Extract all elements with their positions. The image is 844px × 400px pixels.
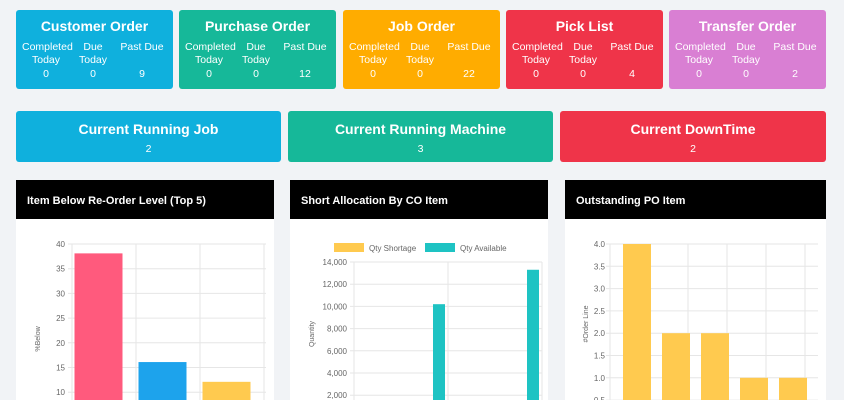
card-title: Current DownTime	[630, 121, 756, 137]
y-tick-label: 10,000	[323, 302, 348, 311]
y-tick-label: 3.5	[594, 262, 606, 271]
y-tick-label: 40	[56, 240, 65, 249]
completed-today-label: Completed Today	[22, 41, 73, 66]
bar	[74, 253, 123, 400]
job-order-card[interactable]: Job Order Completed Today Due Today Past D…	[343, 10, 500, 89]
y-tick-label: 10	[56, 388, 65, 397]
card-title: Current Running Job	[78, 121, 219, 137]
bar	[779, 377, 807, 400]
short-allocation-chart-card: Short Allocation By CO Item 14,000 12,000…	[290, 180, 548, 400]
y-tick-label: 0.5	[594, 396, 606, 400]
card-value: 3	[417, 143, 424, 155]
y-tick-label: 2,000	[327, 391, 348, 400]
card-value: 2	[690, 143, 696, 155]
y-tick-label: 1.0	[594, 374, 606, 383]
completed-value: 0	[370, 68, 376, 80]
y-tick-label: 20	[56, 339, 65, 348]
bar	[527, 269, 539, 400]
bar	[202, 381, 251, 400]
y-tick-label: 30	[56, 289, 65, 298]
completed-value: 0	[206, 68, 212, 80]
card-title: Current Running Machine	[334, 121, 507, 137]
past-due-label: Past Due	[120, 41, 164, 53]
y-tick-label: 12,000	[323, 280, 348, 289]
chart-title: Short Allocation By CO Item	[290, 180, 548, 219]
card-value: 2	[145, 143, 152, 155]
y-tick-label: 35	[56, 265, 65, 274]
completed-today-label: Completed Today	[349, 41, 400, 66]
y-tick-label: 3.0	[594, 285, 606, 294]
legend-label: Qty Available	[460, 244, 507, 253]
card-title: Pick List	[555, 18, 614, 34]
chart-title: Item Below Re-Order Level (Top 5)	[16, 180, 274, 219]
past-due-label: Past Due	[610, 41, 654, 53]
outstanding-po-chart-card: Outstanding PO Item 4.0 3.5 3.0 2.5 2.0 1.5 1.…	[565, 180, 826, 400]
completed-today-label: Completed Today	[512, 41, 563, 66]
past-due-label: Past Due	[283, 41, 327, 53]
short-allocation-chart: 14,000 12,000 10,000 8,000 6,000 4,000 2,000 Qu…	[309, 243, 543, 400]
y-tick-label: 2.5	[594, 307, 606, 316]
past-due-value: 2	[792, 68, 798, 80]
completed-today-label: Completed Today	[675, 41, 726, 66]
y-tick-label: 1.5	[594, 352, 606, 361]
card-title: Purchase Order	[204, 18, 311, 34]
current-running-machine-card[interactable]: Current Running Machine 3	[288, 111, 553, 162]
completed-value: 0	[43, 68, 49, 80]
due-value: 0	[580, 68, 586, 80]
current-downtime-card[interactable]: Current DownTime 2	[560, 111, 826, 162]
y-tick-label: 4.0	[594, 240, 606, 249]
past-due-value: 4	[629, 68, 635, 80]
due-value: 0	[253, 68, 259, 80]
y-tick-label: 14,000	[323, 258, 348, 267]
bar	[138, 362, 187, 400]
completed-today-label: Completed Today	[185, 41, 236, 66]
past-due-label: Past Due	[447, 41, 491, 53]
past-due-value: 22	[463, 68, 475, 80]
y-axis-label: Quantity	[309, 320, 316, 347]
purchase-order-card[interactable]: Purchase Order Completed Today Due Today P…	[179, 10, 336, 89]
legend-swatch	[425, 243, 455, 252]
due-today-label: Due Today	[241, 41, 271, 66]
due-today-label: Due Today	[731, 41, 761, 66]
bar	[701, 333, 729, 400]
y-tick-label: 6,000	[327, 347, 348, 356]
bar	[623, 244, 651, 400]
completed-value: 0	[696, 68, 702, 80]
card-title: Job Order	[388, 18, 455, 34]
bar	[740, 377, 768, 400]
due-value: 0	[743, 68, 749, 80]
past-due-value: 12	[299, 68, 311, 80]
y-tick-label: 25	[56, 314, 65, 323]
due-today-label: Due Today	[405, 41, 435, 66]
due-today-label: Due Today	[78, 41, 108, 66]
y-tick-label: 8,000	[327, 325, 348, 334]
past-due-label: Past Due	[773, 41, 817, 53]
y-axis-label: %Below	[35, 325, 42, 351]
card-title: Transfer Order	[698, 18, 797, 34]
legend-swatch	[334, 243, 364, 252]
bar	[662, 333, 690, 400]
y-axis-label: #Order Line	[583, 305, 590, 342]
current-running-job-card[interactable]: Current Running Job 2	[16, 111, 281, 162]
item-below-reorder-chart-card: Item Below Re-Order Level (Top 5) 40 35 30…	[16, 180, 274, 400]
past-due-value: 9	[139, 68, 145, 80]
outstanding-po-chart: 4.0 3.5 3.0 2.5 2.0 1.5 1.0 0.5 #Order Line	[583, 240, 818, 400]
completed-value: 0	[533, 68, 539, 80]
due-value: 0	[90, 68, 96, 80]
item-below-reorder-chart: 40 35 30 25 20 15 10 %Below	[35, 240, 266, 400]
card-title: Customer Order	[40, 18, 149, 34]
y-tick-label: 2.0	[594, 329, 606, 338]
pick-list-card[interactable]: Pick List Completed Today Due Today Past D…	[506, 10, 663, 89]
legend-label: Qty Shortage	[369, 244, 417, 253]
y-tick-label: 15	[56, 364, 65, 373]
due-value: 0	[417, 68, 423, 80]
transfer-order-card[interactable]: Transfer Order Completed Today Due Today P…	[669, 10, 826, 89]
customer-order-card[interactable]: Customer Order Completed Today Due Today P…	[16, 10, 173, 89]
bar	[433, 304, 445, 400]
due-today-label: Due Today	[568, 41, 598, 66]
y-tick-label: 4,000	[327, 369, 348, 378]
chart-title: Outstanding PO Item	[565, 180, 826, 219]
